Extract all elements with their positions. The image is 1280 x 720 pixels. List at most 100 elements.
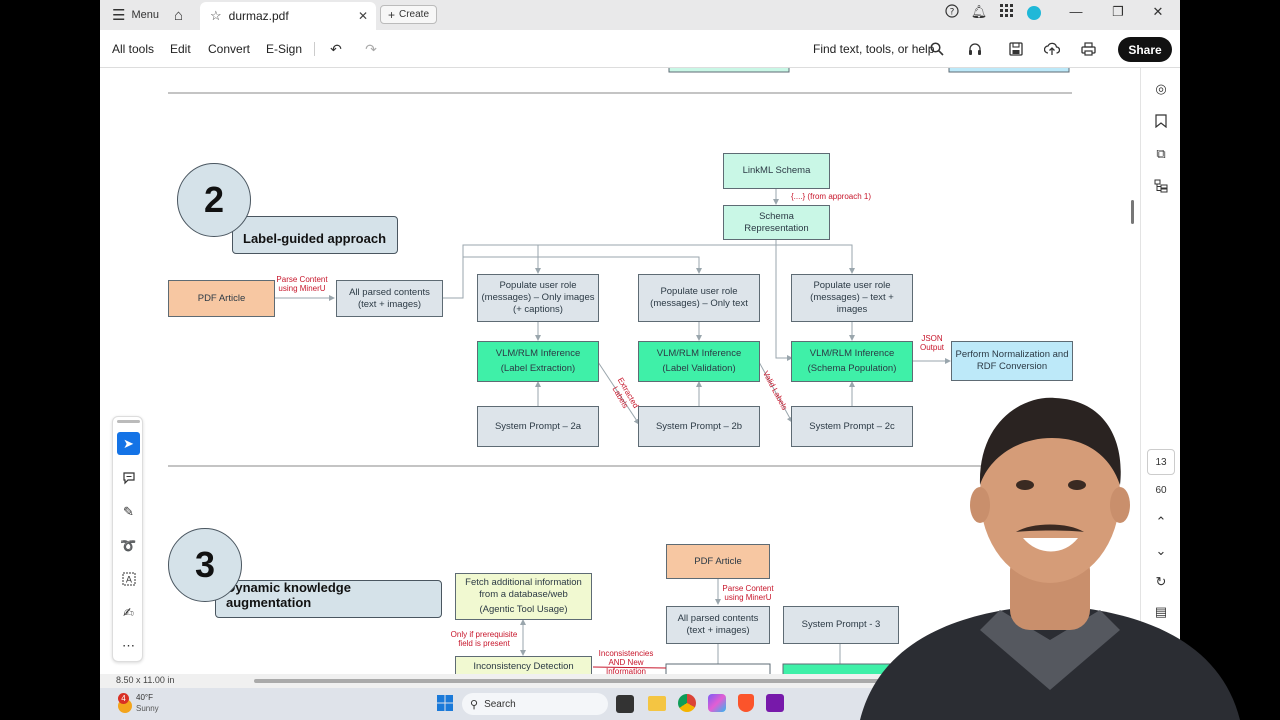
star-icon[interactable]: ☆ [210,8,222,24]
quick-tools-bar: ➤ ✎ ➰ A ✍︎ ⋯ [112,416,143,662]
json-output-label: JSON Output [919,334,944,353]
lasso-draw-icon[interactable]: ➰ [117,534,140,557]
select-cursor-icon[interactable]: ➤ [117,432,140,455]
fetch-information-box: Fetch additional information from a data… [455,573,592,620]
home-icon[interactable]: ⌂ [174,5,183,25]
text-box-icon[interactable]: A [117,567,140,590]
fetch-line2: (Agentic Tool Usage) [479,603,568,615]
comment-icon[interactable] [117,466,140,489]
weather-condition-label: Sunny [136,704,159,713]
share-button[interactable]: Share [1118,37,1172,62]
more-tools-icon[interactable]: ⋯ [117,634,140,657]
esign-button[interactable]: E-Sign [266,42,302,56]
tab-title: durmaz.pdf [228,9,289,23]
minimize-icon[interactable]: — [1066,4,1086,19]
pdf-article-box: PDF Article [168,280,275,317]
toolbar-divider [314,42,315,56]
webcam-presenter-overlay [860,397,1240,720]
inconsistencies-new-info-label: Inconsistencies AND New Information [598,649,654,676]
approach-2-title: Label-guided approach [232,216,398,254]
notifications-bell-icon[interactable]: 🔔︎ [969,4,989,20]
restore-icon[interactable]: ❐ [1108,4,1128,20]
close-tab-icon[interactable]: ✕ [358,9,368,23]
from-approach-1-label: {....} (from approach 1) [790,192,872,201]
ai-assistant-icon[interactable]: ◎ [1150,78,1172,100]
system-prompt-2a-box: System Prompt – 2a [477,406,599,447]
all-parsed-contents-box: All parsed contents (text + images) [336,280,443,317]
inference-label-validation-box: VLM/RLM Inference (Label Validation) [638,341,760,382]
vertical-scrollbar-thumb[interactable] [1131,200,1134,224]
save-icon[interactable] [1005,38,1027,60]
brave-browser-icon[interactable] [738,694,754,712]
drag-handle[interactable] [117,420,140,423]
only-if-prerequisite-label: Only if prerequisite field is present [450,630,518,649]
task-view-icon[interactable] [616,695,634,713]
populate-images-box: Populate user role (messages) – Only ima… [477,274,599,322]
inference-validation-line2: (Label Validation) [662,363,736,374]
copy-pages-icon[interactable]: ⧉ [1150,143,1172,165]
copilot-icon[interactable] [708,694,726,712]
all-tools-button[interactable]: All tools [112,42,154,56]
inconsistency-detection-box: Inconsistency Detection [455,656,592,676]
pen-highlight-icon[interactable]: ✎ [117,500,140,523]
inference-label-extraction-box: VLM/RLM Inference (Label Extraction) [477,341,599,382]
page-size-label: 8.50 x 11.00 in [116,675,175,685]
inference-validation-line1: VLM/RLM Inference [656,348,742,360]
chrome-icon[interactable] [678,694,696,712]
print-icon[interactable] [1077,38,1099,60]
inference-extraction-line2: (Label Extraction) [500,363,576,374]
temperature-label: 40°F [136,693,153,702]
windows-start-icon[interactable] [436,694,456,714]
organize-tree-icon[interactable] [1150,175,1172,197]
taskbar-search-box[interactable]: ⚲ Search [462,693,608,715]
create-button[interactable]: + Create [380,5,437,24]
find-text-search[interactable]: Find text, tools, or help [813,42,934,56]
read-aloud-headphones-icon[interactable] [964,38,986,60]
normalization-rdf-box: Perform Normalization and RDF Conversion [951,341,1073,381]
main-toolbar: All tools Edit Convert E-Sign ↶ ↷ Find t… [100,30,1180,68]
create-label: Create [399,9,430,20]
upload-cloud-icon[interactable] [1041,38,1063,60]
sign-fill-icon[interactable]: ✍︎ [117,601,140,624]
schema-representation-box: Schema Representation [723,205,830,240]
menu-button[interactable]: ☰ Menu [112,5,159,25]
file-explorer-icon[interactable] [648,696,666,711]
svg-text:?: ? [950,8,955,18]
parse-content-label-3: Parse Content using MinerU [722,584,774,603]
taskbar-search-icon: ⚲ [470,698,479,711]
linkml-schema-box: LinkML Schema [723,153,830,189]
plus-icon: + [387,7,395,22]
undo-icon[interactable]: ↶ [325,38,347,60]
approach-3-number: 3 [168,528,242,602]
all-parsed-contents-box-3: All parsed contents (text + images) [666,606,770,644]
svg-text:A: A [125,575,132,585]
tab-document[interactable]: ☆ durmaz.pdf ✕ [200,2,376,30]
weather-widget[interactable]: 4 [114,693,136,715]
approach-3-title: Dynamic knowledge augmentation [215,580,442,618]
help-icon[interactable]: ? [942,4,962,21]
menu-label: Menu [131,9,159,21]
edit-button[interactable]: Edit [170,42,191,56]
taskbar-search-label: Search [484,698,516,710]
title-bar: ☰ Menu ⌂ ☆ durmaz.pdf ✕ + Create ? 🔔︎ — … [100,0,1180,30]
onenote-icon[interactable] [766,694,784,712]
populate-text-images-box: Populate user role (messages) – text + i… [791,274,913,322]
apps-grid-icon[interactable] [996,4,1016,20]
profile-avatar[interactable] [1024,4,1044,20]
weather-badge: 4 [118,693,129,704]
system-prompt-2b-box: System Prompt – 2b [638,406,760,447]
approach-2-number: 2 [177,163,251,237]
hamburger-icon: ☰ [112,7,126,24]
redo-icon[interactable]: ↷ [360,38,382,60]
parse-content-label: Parse Content using MinerU [276,275,328,294]
inference-extraction-line1: VLM/RLM Inference [495,348,581,360]
inference-population-line1: VLM/RLM Inference [809,348,895,360]
inference-population-line2: (Schema Population) [807,363,897,374]
populate-text-box: Populate user role (messages) – Only tex… [638,274,760,322]
convert-button[interactable]: Convert [208,42,250,56]
pdf-article-box-3: PDF Article [666,544,770,579]
bookmark-icon[interactable] [1150,110,1172,132]
close-window-icon[interactable]: ✕ [1148,4,1168,20]
inference-schema-population-box: VLM/RLM Inference (Schema Population) [791,341,913,382]
search-icon[interactable] [926,38,948,60]
